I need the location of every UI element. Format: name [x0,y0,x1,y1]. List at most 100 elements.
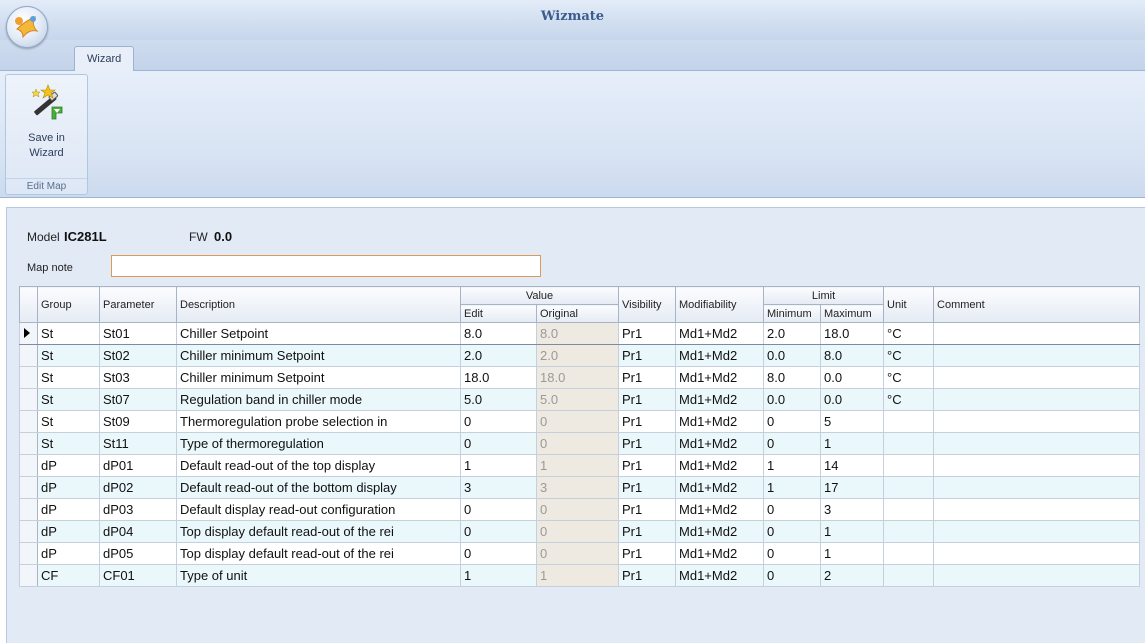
cell-maximum[interactable]: 18.0 [820,322,885,345]
row-selector[interactable] [19,432,38,455]
col-header-comment[interactable]: Comment [933,286,1141,323]
cell-minimum[interactable]: 2.0 [763,322,822,345]
cell-modifiability[interactable]: Md1+Md2 [675,542,765,565]
row-selector[interactable] [19,498,38,521]
cell-group[interactable]: dP [37,476,100,499]
col-header-group[interactable]: Group [37,286,100,323]
cell-maximum[interactable]: 2 [820,564,885,587]
cell-edit-value[interactable]: 0 [460,520,537,543]
cell-description[interactable]: Default read-out of the top display [176,454,461,477]
cell-comment[interactable] [933,520,1141,543]
cell-visibility[interactable]: Pr1 [618,454,677,477]
cell-unit[interactable] [883,498,935,521]
cell-parameter[interactable]: dP02 [99,476,177,499]
cell-modifiability[interactable]: Md1+Md2 [675,366,765,389]
cell-unit[interactable] [883,564,935,587]
cell-unit[interactable] [883,542,935,565]
cell-parameter[interactable]: St11 [99,432,177,455]
cell-modifiability[interactable]: Md1+Md2 [675,476,765,499]
row-selector[interactable] [19,366,38,389]
application-menu-button[interactable] [6,6,48,48]
row-selector[interactable] [19,344,38,367]
cell-comment[interactable] [933,498,1141,521]
cell-parameter[interactable]: dP05 [99,542,177,565]
cell-visibility[interactable]: Pr1 [618,366,677,389]
map-note-input[interactable] [111,255,541,277]
cell-parameter[interactable]: St07 [99,388,177,411]
cell-comment[interactable] [933,564,1141,587]
cell-parameter[interactable]: St02 [99,344,177,367]
cell-group[interactable]: St [37,388,100,411]
cell-group[interactable]: St [37,366,100,389]
cell-group[interactable]: CF [37,564,100,587]
cell-unit[interactable]: °C [883,344,935,367]
cell-edit-value[interactable]: 8.0 [460,322,537,345]
cell-comment[interactable] [933,542,1141,565]
cell-minimum[interactable]: 0 [763,520,822,543]
row-selector[interactable] [19,454,38,477]
cell-visibility[interactable]: Pr1 [618,498,677,521]
cell-unit[interactable] [883,476,935,499]
cell-maximum[interactable]: 8.0 [820,344,885,367]
table-row[interactable]: St St02 Chiller minimum Setpoint 2.0 2.0 Pr1 M… [19,344,1141,367]
cell-maximum[interactable]: 0.0 [820,366,885,389]
cell-group[interactable]: St [37,410,100,433]
table-row[interactable]: St St11 Type of thermoregulation 0 0 Pr1 Md1+M… [19,432,1141,455]
cell-parameter[interactable]: CF01 [99,564,177,587]
cell-visibility[interactable]: Pr1 [618,520,677,543]
cell-modifiability[interactable]: Md1+Md2 [675,520,765,543]
table-row[interactable]: St St03 Chiller minimum Setpoint 18.0 18.0 Pr… [19,366,1141,389]
row-selector[interactable] [19,564,38,587]
cell-maximum[interactable]: 1 [820,432,885,455]
cell-minimum[interactable]: 1 [763,476,822,499]
cell-visibility[interactable]: Pr1 [618,476,677,499]
cell-unit[interactable]: °C [883,322,935,345]
cell-comment[interactable] [933,344,1141,367]
cell-comment[interactable] [933,476,1141,499]
cell-group[interactable]: dP [37,498,100,521]
cell-parameter[interactable]: St09 [99,410,177,433]
cell-parameter[interactable]: dP04 [99,520,177,543]
row-selector[interactable] [19,520,38,543]
cell-description[interactable]: Chiller minimum Setpoint [176,366,461,389]
cell-unit[interactable] [883,432,935,455]
cell-comment[interactable] [933,454,1141,477]
table-row[interactable]: dP dP04 Top display default read-out of th… [19,520,1141,543]
table-row[interactable]: St St07 Regulation band in chiller mode 5.0… [19,388,1141,411]
cell-description[interactable]: Type of thermoregulation [176,432,461,455]
col-header-edit[interactable]: Edit [460,304,537,323]
cell-visibility[interactable]: Pr1 [618,388,677,411]
cell-description[interactable]: Top display default read-out of the rei [176,542,461,565]
cell-maximum[interactable]: 3 [820,498,885,521]
cell-edit-value[interactable]: 5.0 [460,388,537,411]
cell-group[interactable]: St [37,344,100,367]
cell-edit-value[interactable]: 2.0 [460,344,537,367]
row-selector[interactable] [19,388,38,411]
table-row[interactable]: St St09 Thermoregulation probe selection i… [19,410,1141,433]
row-selector[interactable] [19,542,38,565]
cell-unit[interactable]: °C [883,366,935,389]
cell-comment[interactable] [933,388,1141,411]
row-selector[interactable] [19,322,38,345]
cell-group[interactable]: St [37,322,100,345]
cell-modifiability[interactable]: Md1+Md2 [675,432,765,455]
table-row[interactable]: CF CF01 Type of unit 1 1 Pr1 Md1+Md2 0 2 [19,564,1141,587]
cell-modifiability[interactable]: Md1+Md2 [675,498,765,521]
cell-modifiability[interactable]: Md1+Md2 [675,410,765,433]
col-header-minimum[interactable]: Minimum [763,304,822,323]
cell-visibility[interactable]: Pr1 [618,432,677,455]
cell-description[interactable]: Type of unit [176,564,461,587]
cell-group[interactable]: St [37,432,100,455]
cell-minimum[interactable]: 1 [763,454,822,477]
cell-modifiability[interactable]: Md1+Md2 [675,322,765,345]
cell-maximum[interactable]: 14 [820,454,885,477]
cell-group[interactable]: dP [37,520,100,543]
cell-minimum[interactable]: 0.0 [763,344,822,367]
cell-edit-value[interactable]: 3 [460,476,537,499]
cell-parameter[interactable]: dP01 [99,454,177,477]
table-row[interactable]: dP dP05 Top display default read-out of th… [19,542,1141,565]
cell-maximum[interactable]: 17 [820,476,885,499]
cell-visibility[interactable]: Pr1 [618,322,677,345]
row-selector[interactable] [19,476,38,499]
cell-parameter[interactable]: dP03 [99,498,177,521]
